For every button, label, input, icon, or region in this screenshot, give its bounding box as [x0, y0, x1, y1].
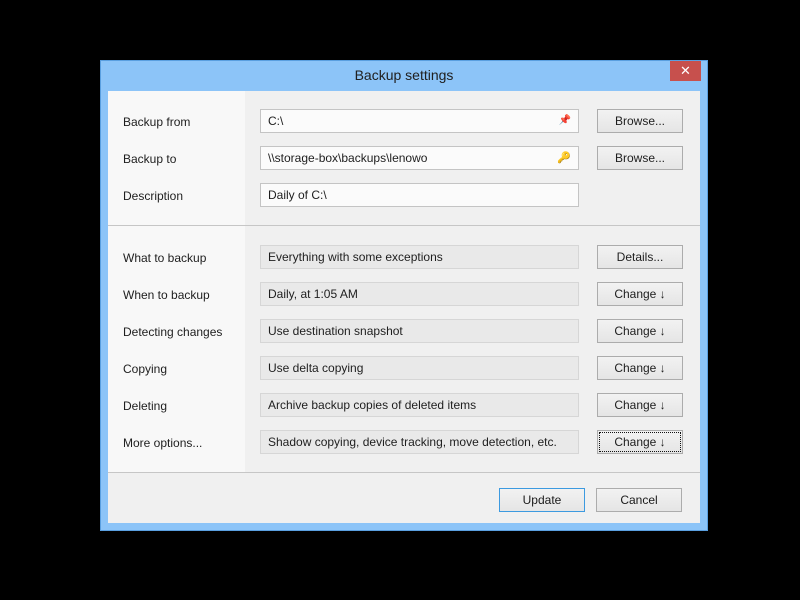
change-copying-button[interactable]: Change ↓: [597, 356, 683, 380]
title-bar[interactable]: Backup settings ✕: [101, 61, 707, 91]
deleting-label: Deleting: [123, 399, 168, 413]
browse-from-button[interactable]: Browse...: [597, 109, 683, 133]
when-to-backup-value: Daily, at 1:05 AM: [260, 282, 579, 306]
close-icon: ✕: [680, 63, 691, 78]
browse-to-button[interactable]: Browse...: [597, 146, 683, 170]
backup-to-label: Backup to: [123, 152, 177, 166]
key-icon[interactable]: 🔑: [557, 147, 571, 169]
label-column: [108, 91, 245, 472]
details-button[interactable]: Details...: [597, 245, 683, 269]
change-detection-button[interactable]: Change ↓: [597, 319, 683, 343]
what-to-backup-label: What to backup: [123, 251, 207, 265]
detecting-changes-value: Use destination snapshot: [260, 319, 579, 343]
detecting-changes-label: Detecting changes: [123, 325, 223, 339]
pin-icon[interactable]: 📌: [559, 110, 571, 132]
footer-divider: [108, 472, 700, 473]
backup-from-value: C:\: [268, 114, 284, 128]
change-more-options-button[interactable]: Change ↓: [597, 430, 683, 454]
backup-from-label: Backup from: [123, 115, 191, 129]
description-value: Daily of C:\: [268, 188, 327, 202]
copying-label: Copying: [123, 362, 168, 376]
backup-to-value: \\storage-box\backups\lenowo: [268, 151, 428, 165]
close-button[interactable]: ✕: [670, 61, 701, 81]
what-to-backup-value: Everything with some exceptions: [260, 245, 579, 269]
deleting-value: Archive backup copies of deleted items: [260, 393, 579, 417]
description-label: Description: [123, 189, 184, 203]
update-button[interactable]: Update: [499, 488, 585, 512]
backup-from-input[interactable]: C:\ 📌: [260, 109, 579, 133]
backup-to-input[interactable]: \\storage-box\backups\lenowo 🔑: [260, 146, 579, 170]
description-input[interactable]: Daily of C:\: [260, 183, 579, 207]
cancel-button[interactable]: Cancel: [596, 488, 682, 512]
change-schedule-button[interactable]: Change ↓: [597, 282, 683, 306]
dialog-body: Backup from C:\ 📌 Browse... Backup to \\…: [108, 91, 700, 523]
section-divider: [108, 225, 700, 226]
more-options-label: More options...: [123, 436, 203, 450]
copying-value: Use delta copying: [260, 356, 579, 380]
dialog-title: Backup settings: [354, 67, 454, 83]
backup-settings-dialog: Backup settings ✕ Backup from C:\ 📌 Brow…: [100, 60, 708, 531]
change-deleting-button[interactable]: Change ↓: [597, 393, 683, 417]
when-to-backup-label: When to backup: [123, 288, 210, 302]
more-options-value: Shadow copying, device tracking, move de…: [260, 430, 579, 454]
